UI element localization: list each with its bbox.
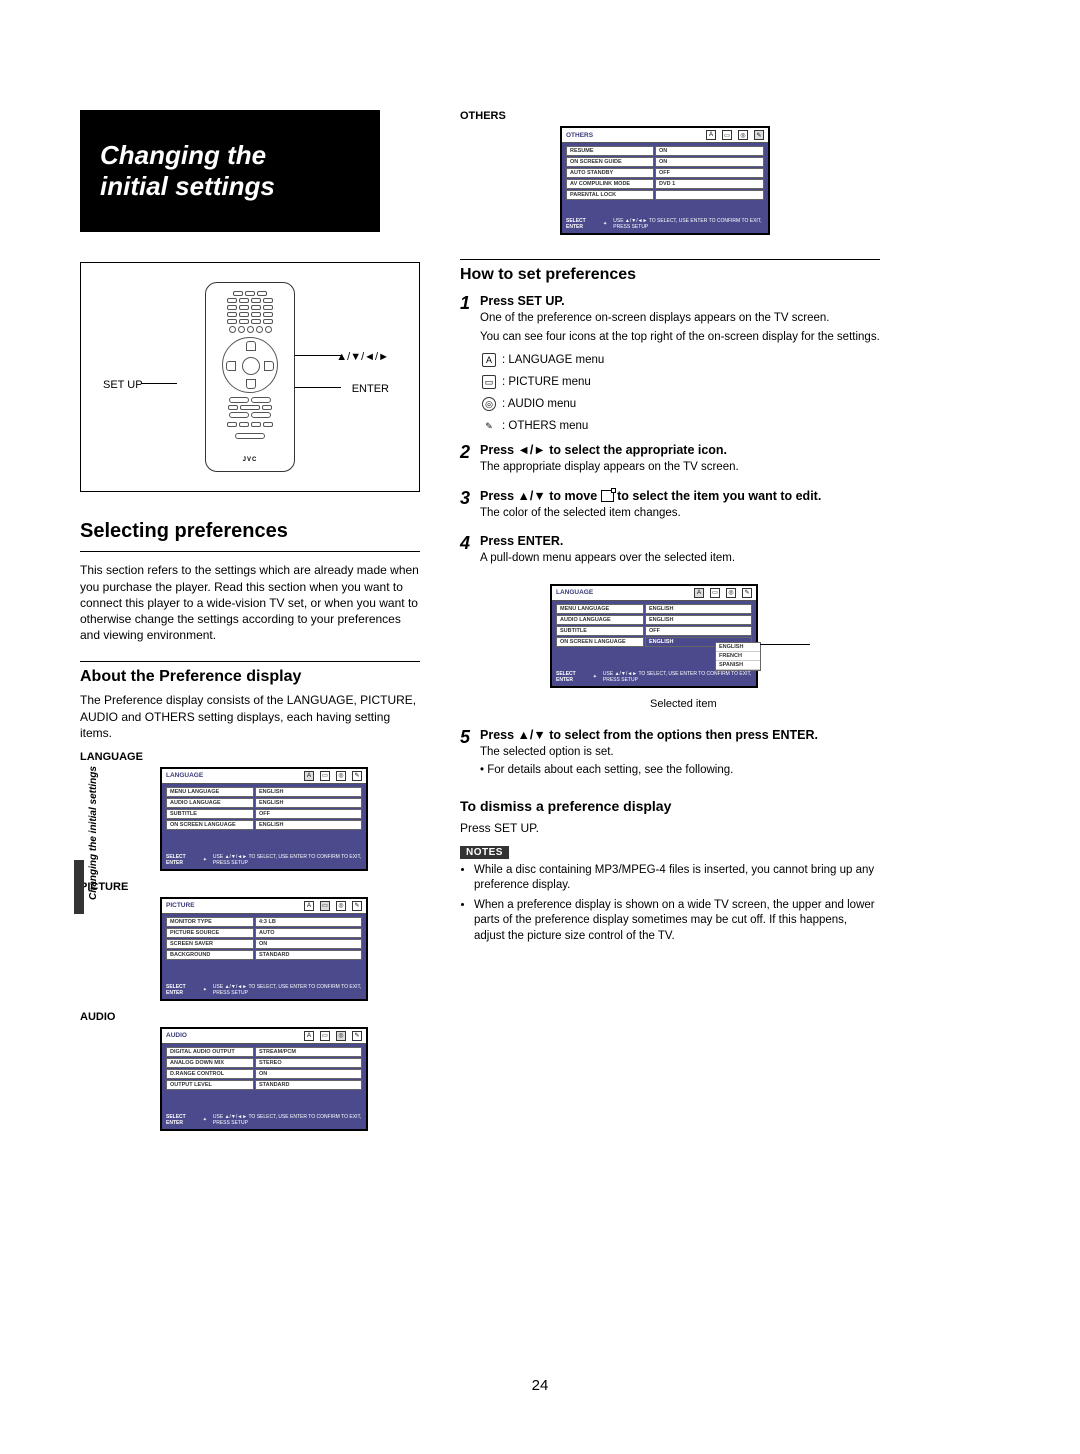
tab-language-icon: A	[304, 771, 314, 781]
menu-title: OTHERS	[566, 132, 593, 139]
para-dismiss: Press SET UP.	[460, 820, 880, 836]
page-number: 24	[532, 1377, 549, 1394]
step-5-p1: The selected option is set.	[480, 745, 880, 761]
step-2-p: The appropriate display appears on the T…	[480, 460, 880, 476]
tab-others-icon: ✎	[742, 588, 752, 598]
step-5: 5 Press ▲/▼ to select from the options t…	[460, 728, 880, 782]
step-3-p: The color of the selected item changes.	[480, 506, 880, 522]
menu-title: LANGUAGE	[556, 589, 593, 596]
menu-others: OTHERS A ▭ ◎ ✎ RESUMEON ON SCREEN GUIDEO…	[560, 126, 770, 235]
tab-picture-icon: ▭	[320, 901, 330, 911]
others-menu-icon: ✎	[482, 419, 496, 433]
audio-menu-icon: ◎	[482, 397, 496, 411]
divider	[80, 551, 420, 552]
heading-selecting: Selecting preferences	[80, 520, 420, 543]
para-selecting: This section refers to the settings whic…	[80, 562, 420, 643]
step-4-heading: Press ENTER.	[480, 534, 880, 548]
step-4-p: A pull-down menu appears over the select…	[480, 551, 880, 567]
remote-outline: JVC	[205, 282, 295, 472]
tab-audio-icon: ◎	[738, 130, 748, 140]
label-others: OTHERS	[460, 110, 880, 122]
tab-others-icon: ✎	[754, 130, 764, 140]
menu-title: AUDIO	[166, 1032, 187, 1039]
para-about: The Preference display consists of the L…	[80, 692, 420, 741]
heading-about: About the Preference display	[80, 661, 420, 686]
title-line2: initial settings	[100, 171, 275, 201]
note-item: When a preference display is shown on a …	[474, 898, 880, 945]
remote-diagram: SET UP ▲/▼/◄/► ENTER	[80, 262, 420, 492]
notes-badge: NOTES	[460, 846, 509, 859]
leader-line	[291, 387, 341, 388]
step-2-heading: Press ◄/► to select the appropriate icon…	[480, 443, 880, 457]
remote-brand: JVC	[206, 457, 294, 463]
menu-audio: AUDIO A ▭ ◎ ✎ DIGITAL AUDIO OUTPUTSTREAM…	[160, 1027, 368, 1131]
step-3: 3 Press ▲/▼ to move to select the item y…	[460, 489, 880, 525]
sidebar-tab	[74, 860, 84, 914]
step-1-heading: Press SET UP.	[480, 294, 880, 308]
tab-picture-icon: ▭	[320, 1031, 330, 1041]
heading-how: How to set preferences	[460, 259, 880, 284]
picture-menu-icon: ▭	[482, 375, 496, 389]
step-3-heading: Press ▲/▼ to move to select the item you…	[480, 489, 880, 503]
label-language: LANGUAGE	[80, 751, 420, 763]
step-2: 2 Press ◄/► to select the appropriate ic…	[460, 443, 880, 479]
dropdown-options: ENGLISH FRENCH SPANISH	[715, 642, 761, 671]
step-1-p2: You can see four icons at the top right …	[480, 330, 880, 346]
label-audio: AUDIO	[80, 1011, 420, 1023]
step-4: 4 Press ENTER. A pull-down menu appears …	[460, 534, 880, 570]
step-1: 1 Press SET UP. One of the preference on…	[460, 294, 880, 433]
menu-language-dropdown: LANGUAGE A ▭ ◎ ✎ MENU LANGUAGEENGLISH AU…	[550, 584, 758, 688]
label-picture: PICTURE	[80, 881, 420, 893]
tab-others-icon: ✎	[352, 771, 362, 781]
page-title-box: Changing the initial settings	[80, 110, 380, 232]
tab-audio-icon: ◎	[336, 771, 346, 781]
step-1-p1: One of the preference on-screen displays…	[480, 311, 880, 327]
tab-language-icon: A	[304, 901, 314, 911]
leader-line	[141, 383, 177, 384]
tab-picture-icon: ▭	[320, 771, 330, 781]
menu-language: LANGUAGE A ▭ ◎ ✎ MENU LANGUAGEENGLISH AU…	[160, 767, 368, 871]
tab-others-icon: ✎	[352, 1031, 362, 1041]
tab-language-icon: A	[304, 1031, 314, 1041]
notes-list: While a disc containing MP3/MPEG-4 files…	[460, 863, 880, 945]
remote-label-arrows: ▲/▼/◄/►	[336, 351, 389, 363]
sidebar-section-label: Changing the initial settings	[88, 766, 99, 900]
leader-line	[760, 644, 810, 645]
selected-item-label: Selected item	[650, 698, 880, 710]
note-item: While a disc containing MP3/MPEG-4 files…	[474, 863, 880, 894]
title-line1: Changing the	[100, 140, 266, 170]
language-menu-icon: A	[482, 353, 496, 367]
step-5-p2: • For details about each setting, see th…	[480, 763, 880, 779]
cursor-icon	[601, 490, 614, 502]
tab-picture-icon: ▭	[710, 588, 720, 598]
tab-language-icon: A	[694, 588, 704, 598]
menu-title: PICTURE	[166, 902, 195, 909]
heading-dismiss: To dismiss a preference display	[460, 798, 880, 814]
step-5-heading: Press ▲/▼ to select from the options the…	[480, 728, 880, 742]
menu-title: LANGUAGE	[166, 772, 203, 779]
tab-language-icon: A	[706, 130, 716, 140]
tab-audio-icon: ◎	[336, 901, 346, 911]
remote-label-setup: SET UP	[103, 379, 143, 391]
tab-audio-icon: ◎	[726, 588, 736, 598]
tab-audio-icon: ◎	[336, 1031, 346, 1041]
menu-picture: PICTURE A ▭ ◎ ✎ MONITOR TYPE4:3 LB PICTU…	[160, 897, 368, 1001]
tab-others-icon: ✎	[352, 901, 362, 911]
tab-picture-icon: ▭	[722, 130, 732, 140]
remote-label-enter: ENTER	[352, 383, 389, 395]
